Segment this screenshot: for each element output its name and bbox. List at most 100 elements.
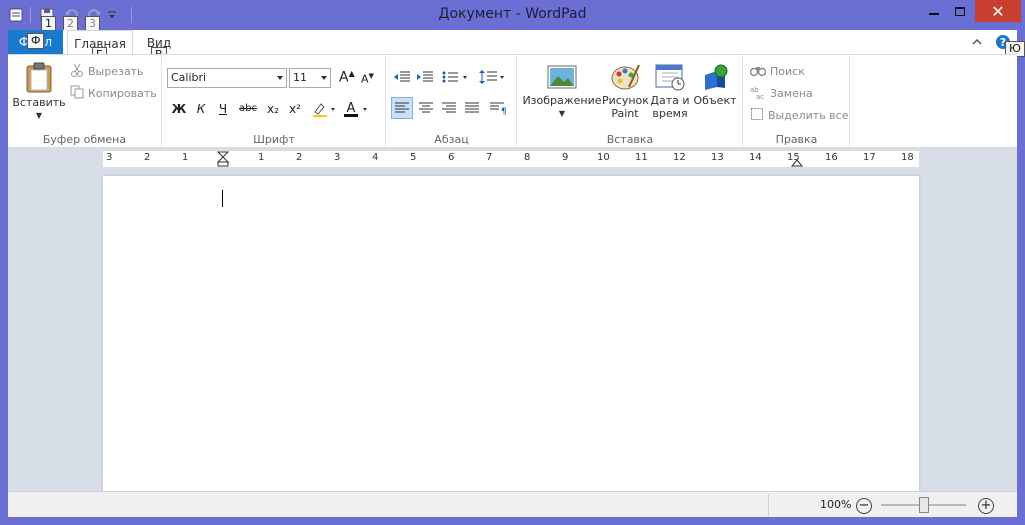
group-insert: Изображение ▼ Рисунок Paint Дата и время bbox=[518, 55, 743, 149]
ruler-mark: 13 bbox=[711, 152, 724, 163]
calendar-clock-icon bbox=[654, 63, 686, 94]
ribbon-tabs: Файл Ф Главная Г Вид В ? Ю bbox=[8, 30, 1025, 63]
zoom-out-button[interactable]: − bbox=[856, 498, 872, 514]
minimize-button[interactable] bbox=[922, 0, 946, 22]
close-icon: ✕ bbox=[991, 1, 1005, 21]
copy-button[interactable]: Копировать bbox=[70, 83, 157, 103]
select-all-button[interactable]: Выделить все bbox=[750, 105, 848, 125]
ruler-mark: 1 bbox=[258, 152, 265, 163]
minus-icon: − bbox=[858, 498, 870, 513]
ruler-mark: 7 bbox=[486, 152, 493, 163]
document-area bbox=[8, 170, 1017, 491]
group-editing: Поиск ab ac Замена Выделить все Правка bbox=[744, 55, 850, 149]
plus-icon: + bbox=[980, 498, 992, 513]
ruler-mark: 10 bbox=[597, 152, 610, 163]
font-size-select[interactable]: 11 bbox=[289, 68, 331, 88]
title-bar: 1 2 3 Документ - WordPad ✕ bbox=[0, 0, 1025, 32]
ruler-mark: 2 bbox=[296, 152, 303, 163]
select-all-label: Выделить все bbox=[768, 108, 849, 122]
paint-palette-icon bbox=[609, 63, 641, 94]
ruler-mark: 11 bbox=[635, 152, 648, 163]
strikethrough-button[interactable]: abc bbox=[235, 99, 261, 119]
bold-button[interactable]: Ж bbox=[169, 99, 189, 119]
font-size-value: 11 bbox=[293, 71, 307, 84]
insert-datetime-button[interactable]: Дата и время bbox=[650, 63, 690, 120]
document-page[interactable] bbox=[103, 176, 919, 491]
find-label: Поиск bbox=[770, 64, 805, 78]
datetime-label-line2: время bbox=[652, 107, 688, 120]
bullet-list-icon[interactable] bbox=[442, 70, 470, 87]
font-color-icon[interactable]: A bbox=[343, 100, 371, 121]
group-font: Calibri 11 A▲ A▼ Ж К Ч abc x₂ x² A Шрифт bbox=[163, 55, 386, 149]
zoom-slider-thumb[interactable] bbox=[919, 497, 929, 513]
status-bar: 100% − + bbox=[8, 491, 1017, 517]
scissors-icon bbox=[70, 63, 84, 80]
paste-label: Вставить bbox=[12, 96, 66, 109]
clipboard-group-label: Буфер обмена bbox=[42, 133, 127, 146]
insert-object-button[interactable]: Объект bbox=[692, 63, 738, 107]
editing-group-label: Правка bbox=[775, 133, 818, 146]
insert-group-label: Вставка bbox=[606, 133, 654, 146]
close-button[interactable]: ✕ bbox=[975, 0, 1021, 22]
window-title: Документ - WordPad bbox=[438, 6, 587, 22]
superscript-button[interactable]: x² bbox=[285, 99, 305, 119]
ruler-mark: 6 bbox=[448, 152, 455, 163]
wordpad-window: 1 2 3 Документ - WordPad ✕ Файл Ф Главна… bbox=[0, 0, 1025, 525]
subscript-button[interactable]: x₂ bbox=[263, 99, 283, 119]
maximize-button[interactable] bbox=[948, 0, 972, 22]
ruler-mark: 16 bbox=[825, 152, 838, 163]
right-indent-marker[interactable] bbox=[790, 157, 804, 170]
clipboard-paste-icon bbox=[23, 61, 55, 96]
find-button[interactable]: Поиск bbox=[749, 61, 805, 81]
insert-picture-label: Изображение bbox=[522, 94, 602, 107]
zoom-in-button[interactable]: + bbox=[978, 498, 994, 514]
ruler[interactable]: 3 2 1 1 2 3 4 5 6 7 8 9 10 11 12 13 14 1… bbox=[103, 151, 919, 167]
picture-icon bbox=[546, 63, 578, 94]
ruler-mark: 12 bbox=[673, 152, 686, 163]
svg-text:A: A bbox=[347, 101, 356, 116]
ruler-mark: 4 bbox=[372, 152, 379, 163]
ruler-mark: 17 bbox=[863, 152, 876, 163]
align-right-icon[interactable] bbox=[439, 98, 459, 121]
grow-font-icon[interactable]: A▲ bbox=[339, 69, 355, 86]
binoculars-icon bbox=[749, 63, 767, 80]
svg-text:ac: ac bbox=[756, 93, 764, 99]
justify-icon[interactable] bbox=[462, 98, 482, 121]
paste-button[interactable]: Вставить ▼ bbox=[12, 61, 66, 122]
group-clipboard: Вставить ▼ Вырезать Копировать Буфер обм… bbox=[8, 55, 162, 149]
shrink-font-icon[interactable]: A▼ bbox=[361, 72, 374, 86]
collapse-ribbon-icon[interactable] bbox=[971, 37, 983, 50]
paragraph-settings-icon[interactable]: ¶ bbox=[487, 98, 507, 121]
svg-text:¶: ¶ bbox=[501, 107, 507, 117]
cut-button[interactable]: Вырезать bbox=[70, 61, 143, 81]
first-line-indent-marker[interactable] bbox=[216, 151, 230, 170]
ruler-mark: 18 bbox=[901, 152, 914, 163]
paragraph-group-label: Абзац bbox=[434, 133, 469, 146]
increase-indent-icon[interactable] bbox=[416, 70, 434, 87]
object-icon bbox=[699, 63, 731, 94]
ruler-mark: 9 bbox=[562, 152, 569, 163]
zoom-level: 100% bbox=[820, 498, 852, 511]
paint-label-line2: Paint bbox=[611, 107, 639, 120]
ruler-mark: 2 bbox=[144, 152, 151, 163]
font-family-select[interactable]: Calibri bbox=[167, 68, 287, 88]
align-center-icon[interactable] bbox=[416, 98, 436, 121]
line-spacing-icon[interactable] bbox=[479, 69, 507, 88]
italic-button[interactable]: К bbox=[191, 99, 211, 119]
replace-label: Замена bbox=[770, 86, 813, 100]
replace-button[interactable]: ab ac Замена bbox=[750, 83, 813, 103]
align-left-icon bbox=[395, 102, 409, 113]
highlight-color-icon[interactable] bbox=[311, 100, 337, 121]
select-all-icon bbox=[750, 107, 764, 124]
ruler-mark: 3 bbox=[106, 152, 113, 163]
paint-drawing-button[interactable]: Рисунок Paint bbox=[602, 63, 649, 120]
copy-icon bbox=[70, 85, 84, 102]
copy-label: Копировать bbox=[88, 86, 157, 100]
underline-button[interactable]: Ч bbox=[213, 99, 233, 119]
ruler-mark: 14 bbox=[749, 152, 762, 163]
ruler-mark: 1 bbox=[182, 152, 189, 163]
align-left-button[interactable] bbox=[391, 97, 413, 119]
ruler-mark: 8 bbox=[524, 152, 531, 163]
insert-picture-button[interactable]: Изображение ▼ bbox=[522, 63, 602, 120]
decrease-indent-icon[interactable] bbox=[393, 70, 411, 87]
